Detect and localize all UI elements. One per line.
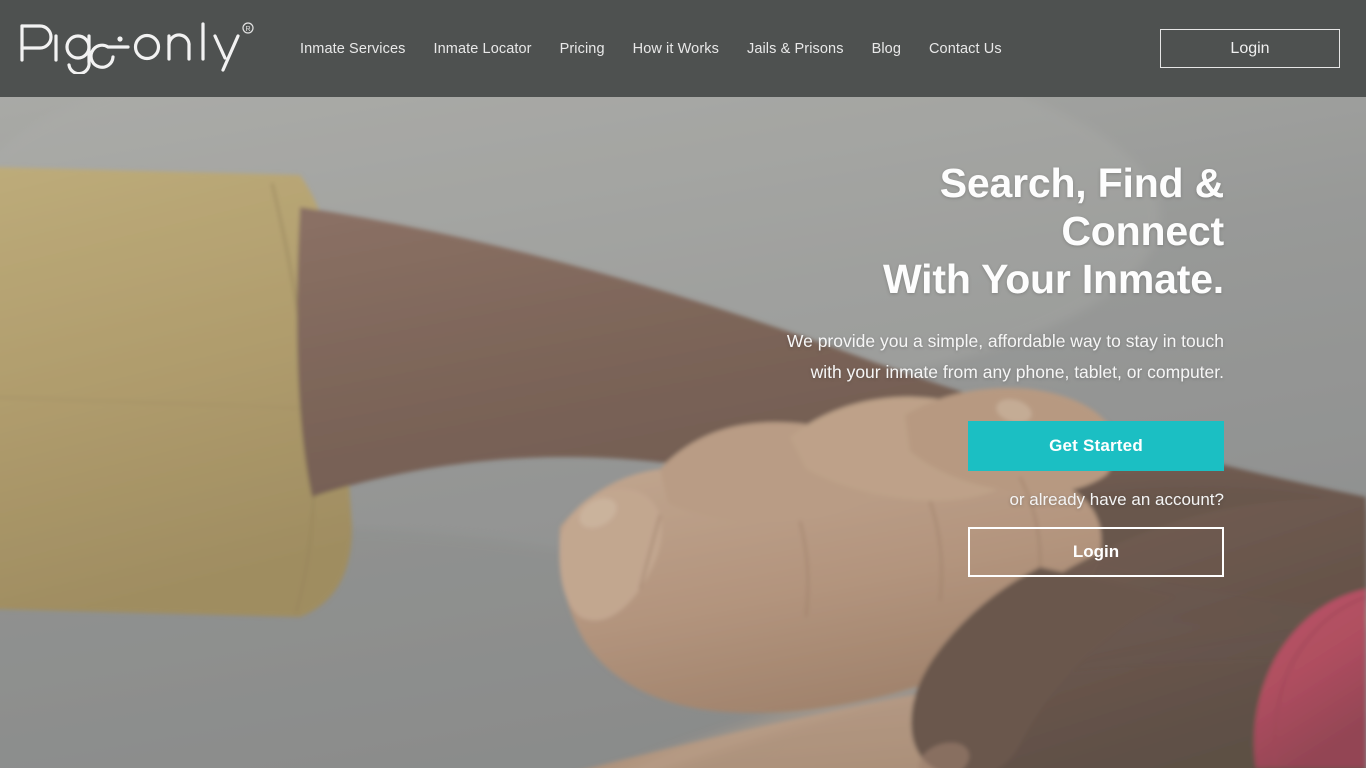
nav-inmate-services[interactable]: Inmate Services [286,41,419,57]
main-navigation: Inmate Services Inmate Locator Pricing H… [286,0,1016,97]
hero-title-line-1: Search, Find & [939,160,1224,206]
pigeonly-logo[interactable]: R [16,14,264,76]
nav-pricing[interactable]: Pricing [546,41,619,57]
hero-content: Search, Find & Connect With Your Inmate.… [760,159,1224,577]
account-note: or already have an account? [1009,490,1224,509]
logo-eye-dot [117,36,123,42]
hero-title: Search, Find & Connect With Your Inmate. [760,159,1224,303]
hero-title-line-2: Connect [1061,208,1224,254]
site-header: R Inmate Services Inmate Locator Pricing… [0,0,1366,97]
hero-login-button[interactable]: Login [968,527,1224,577]
nav-inmate-locator[interactable]: Inmate Locator [419,41,545,57]
nav-contact-us[interactable]: Contact Us [915,41,1016,57]
hero-section: Search, Find & Connect With Your Inmate.… [0,97,1366,768]
hero-subtitle: We provide you a simple, affordable way … [786,331,1224,382]
svg-text:R: R [245,26,250,33]
nav-how-it-works[interactable]: How it Works [619,41,733,57]
registered-trademark-icon: R [242,22,254,34]
header-login-button[interactable]: Login [1160,29,1340,68]
nav-jails-prisons[interactable]: Jails & Prisons [733,41,858,57]
pigeonly-logo-icon: R [20,22,254,76]
get-started-button[interactable]: Get Started [968,421,1224,471]
hero-title-line-3: With Your Inmate. [883,256,1224,302]
nav-blog[interactable]: Blog [858,41,915,57]
